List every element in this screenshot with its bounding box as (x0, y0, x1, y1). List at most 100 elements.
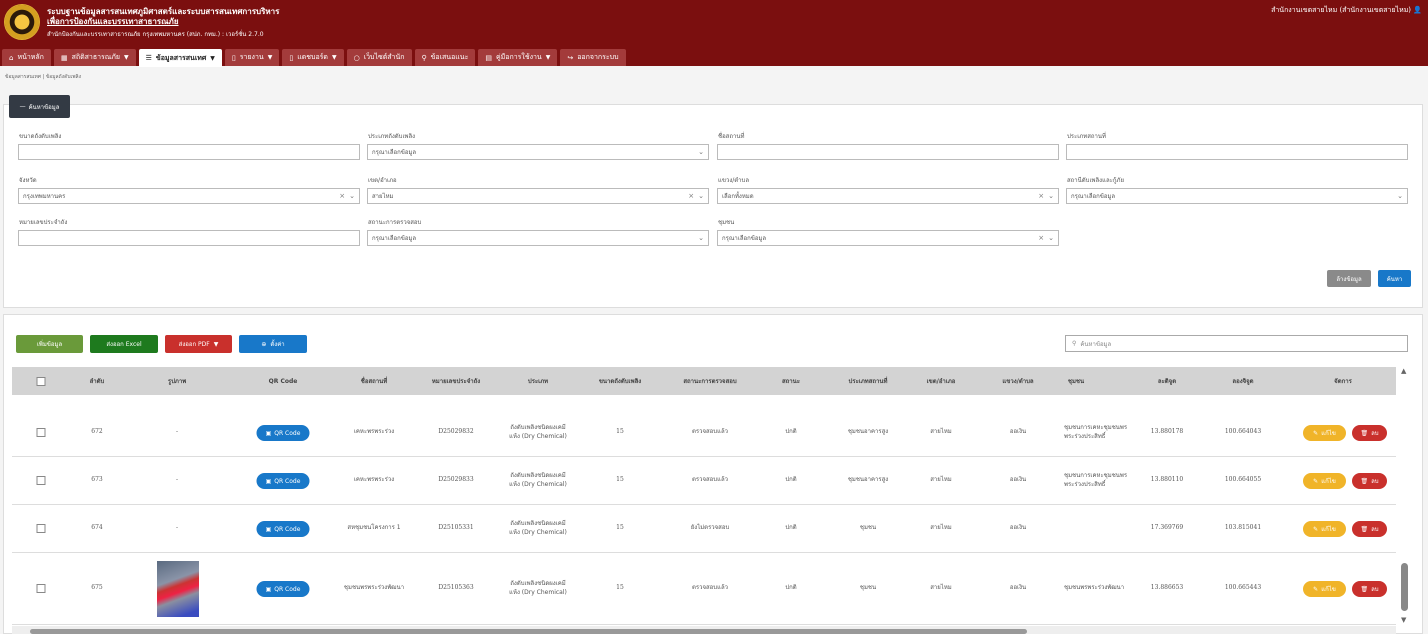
clear-button[interactable]: ล้างข้อมูล (1327, 270, 1371, 287)
cell-type: ถังดับเพลิงชนิดผงเคมีแห้ง (Dry Chemical) (509, 424, 567, 440)
type-select[interactable]: กรุณาเลือกข้อมูล ⌄ (367, 144, 709, 160)
place-name-input[interactable] (717, 144, 1059, 160)
nav-logout[interactable]: ↪ ออกจากระบบ (560, 49, 626, 66)
delete-button[interactable]: 🗑 ลบ (1352, 473, 1387, 489)
place-type-input[interactable] (1066, 144, 1408, 160)
select-all-checkbox[interactable] (36, 367, 46, 395)
column-header[interactable]: หมายเลขประจำถัง (432, 367, 480, 395)
cell-type: ถังดับเพลิงชนิดผงเคมีแห้ง (Dry Chemical) (509, 472, 567, 488)
user-account[interactable]: สำนักงานเขตสายไหม (สำนักงานเขตสายไหม) 👤 (1271, 5, 1422, 16)
trash-icon: 🗑 (1360, 585, 1369, 593)
nav-statistics[interactable]: ▦ สถิติสาธารณภัย ▼ (53, 49, 136, 66)
column-header[interactable]: จัดการ (1334, 367, 1352, 395)
column-header[interactable]: QR Code (269, 367, 298, 395)
nav-dashboard[interactable]: ▯ แดชบอร์ด ▼ (282, 49, 344, 66)
search-button[interactable]: ค้นหา (1378, 270, 1411, 287)
table-row: 675 ชุมชนพรพระร่วงพัฒนา D25105363 ถังดับเพล… (12, 553, 1396, 625)
horizontal-scroll-thumb[interactable] (30, 629, 1027, 634)
column-header[interactable]: แขวง/ตำบล (1002, 367, 1033, 395)
column-header[interactable]: รูปภาพ (168, 367, 186, 395)
export-excel-button[interactable]: ส่งออก Excel (90, 335, 158, 353)
qr-code-button[interactable]: ▣ QR Code (256, 521, 310, 537)
district-select[interactable]: สายไหม × ⌄ (367, 188, 709, 204)
chevron-down-icon: ▼ (545, 54, 551, 61)
province-select[interactable]: กรุงเทพมหานคร × ⌄ (18, 188, 360, 204)
cell-district: สายไหม (930, 428, 952, 436)
vertical-scroll-thumb[interactable] (1401, 563, 1408, 611)
place-name-label: ชื่อสถานที่ (718, 133, 745, 140)
scroll-down-icon[interactable]: ▼ (1401, 616, 1406, 624)
cell-status: ปกติ (785, 476, 797, 484)
serial-input[interactable] (18, 230, 360, 246)
nav-website[interactable]: ○ เว็บไซต์สำนัก (346, 49, 412, 66)
row-checkbox[interactable] (36, 409, 46, 456)
export-pdf-button[interactable]: ส่งออก PDF ▼ (165, 335, 232, 353)
cell-place: เคหะพรพระร่วง (353, 428, 395, 436)
add-button[interactable]: เพิ่มข้อมูล (16, 335, 83, 353)
column-header[interactable]: ละติจูด (1158, 367, 1176, 395)
delete-button[interactable]: 🗑 ลบ (1352, 521, 1387, 537)
community-select[interactable]: กรุณาเลือกข้อมูล × ⌄ (717, 230, 1059, 246)
column-header[interactable]: ชุมชน (1068, 367, 1084, 395)
nav-manual[interactable]: ▤ คู่มือการใช้งาน ▼ (478, 49, 558, 66)
column-header[interactable]: ประเภท (528, 367, 548, 395)
cell-image: - (175, 428, 179, 436)
cell-status: ปกติ (785, 584, 797, 592)
cell-place-type: ชุมชนอาคารสูง (847, 428, 889, 436)
column-header[interactable]: เขต/อำเภอ (927, 367, 956, 395)
edit-button[interactable]: ✎ แก้ไข (1303, 581, 1346, 597)
cell-lng: 100.664055 (1224, 476, 1262, 484)
cell-subdistrict: ออเงิน (1009, 584, 1027, 592)
edit-button[interactable]: ✎ แก้ไข (1303, 473, 1346, 489)
inspection-label: สถานะการตรวจสอบ (368, 219, 422, 226)
settings-button[interactable]: ⊕ ตั้งค่า (239, 335, 307, 353)
row-checkbox[interactable] (36, 457, 46, 504)
cell-district: สายไหม (930, 524, 952, 532)
search-icon: ⚲ (421, 53, 427, 62)
clear-icon[interactable]: × (339, 192, 345, 200)
column-header[interactable]: ประเภทสถานที่ (849, 367, 888, 395)
column-header[interactable]: สถานะ (782, 367, 800, 395)
column-header[interactable]: สถานะการตรวจสอบ (683, 367, 736, 395)
cell-no: 672 (91, 428, 103, 436)
extinguisher-photo[interactable] (157, 561, 199, 617)
scroll-up-icon[interactable]: ▲ (1401, 367, 1406, 375)
column-header[interactable]: ลำดับ (90, 367, 105, 395)
table-search-input[interactable]: ⚲ ค้นหาข้อมูล (1065, 335, 1408, 352)
nav-feedback[interactable]: ⚲ ข้อเสนอแนะ (414, 49, 476, 66)
delete-button[interactable]: 🗑 ลบ (1352, 581, 1387, 597)
pencil-icon: ✎ (1313, 525, 1319, 533)
chart-icon: ▦ (60, 53, 68, 62)
nav-information[interactable]: ☰ ข้อมูลสารสนเทศ ▼ (138, 49, 222, 67)
size-input[interactable] (18, 144, 360, 160)
chevron-down-icon: ▼ (210, 54, 215, 62)
cell-inspection: ตรวจสอบแล้ว (692, 584, 728, 592)
inspection-select[interactable]: กรุณาเลือกข้อมูล ⌄ (367, 230, 709, 246)
clear-icon[interactable]: × (1038, 192, 1044, 200)
nav-home[interactable]: ⌂ หน้าหลัก (2, 49, 51, 66)
nav-reports[interactable]: ▯ รายงาน ▼ (224, 49, 280, 66)
station-label: สถานีดับเพลิงและกู้ภัย (1067, 177, 1124, 184)
chevron-down-icon: ⌄ (1397, 192, 1403, 200)
cell-lat: 13.880178 (1150, 428, 1184, 436)
cell-place: ชุมชนพรพระร่วงพัฒนา (343, 584, 405, 592)
column-header[interactable]: ลองจิจูด (1232, 367, 1253, 395)
qr-code-button[interactable]: ▣ QR Code (256, 473, 310, 489)
edit-button[interactable]: ✎ แก้ไข (1303, 425, 1346, 441)
column-header[interactable]: ชื่อสถานที่ (361, 367, 387, 395)
qr-code-button[interactable]: ▣ QR Code (256, 581, 310, 597)
qr-code-button[interactable]: ▣ QR Code (256, 425, 310, 441)
chevron-down-icon: ⌄ (698, 234, 704, 242)
cell-inspection: ตรวจสอบแล้ว (692, 428, 728, 436)
subdistrict-select[interactable]: เลือกทั้งหมด × ⌄ (717, 188, 1059, 204)
search-toggle-button[interactable]: — ค้นหาข้อมูล (9, 95, 70, 118)
edit-button[interactable]: ✎ แก้ไข (1303, 521, 1346, 537)
delete-button[interactable]: 🗑 ลบ (1352, 425, 1387, 441)
clear-icon[interactable]: × (688, 192, 694, 200)
clear-icon[interactable]: × (1038, 234, 1044, 242)
column-header[interactable]: ขนาดถังดับเพลิง (599, 367, 641, 395)
cell-district: สายไหม (930, 476, 952, 484)
station-select[interactable]: กรุณาเลือกข้อมูล ⌄ (1066, 188, 1408, 204)
row-checkbox[interactable] (36, 553, 46, 624)
row-checkbox[interactable] (36, 505, 46, 552)
